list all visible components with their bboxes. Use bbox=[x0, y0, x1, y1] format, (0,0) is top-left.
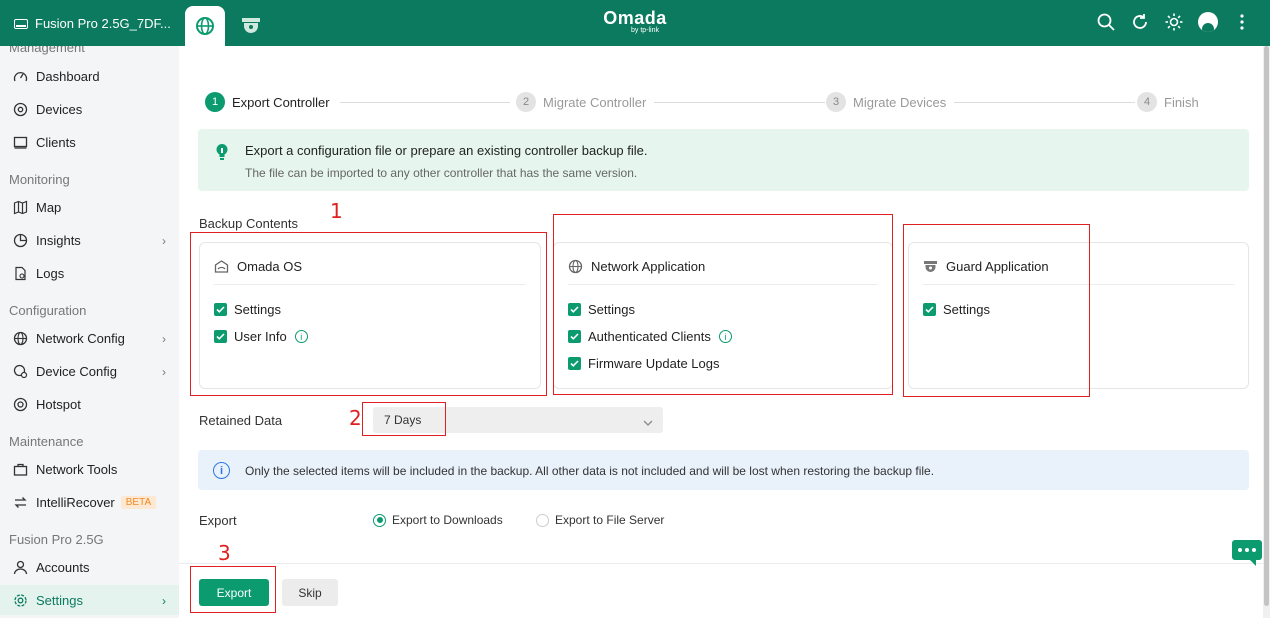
tip-description: The file can be imported to any other co… bbox=[245, 166, 638, 180]
device-icon bbox=[13, 102, 28, 117]
beta-badge: BETA bbox=[120, 495, 157, 509]
annotation-number-3: 3 bbox=[218, 541, 231, 565]
toolbox-icon bbox=[13, 462, 28, 477]
lightbulb-icon bbox=[215, 143, 229, 164]
more-icon[interactable] bbox=[1232, 12, 1252, 32]
chevron-right-icon: › bbox=[162, 594, 166, 608]
map-icon bbox=[13, 200, 28, 215]
top-bar: Fusion Pro 2.5G_7DF... Omada by tp-link bbox=[0, 0, 1270, 46]
scrollbar[interactable] bbox=[1263, 46, 1270, 618]
sidebar-item-device-config[interactable]: Device Config › bbox=[0, 356, 179, 386]
sidebar-item-network-config[interactable]: Network Config › bbox=[0, 323, 179, 353]
logs-icon bbox=[13, 266, 28, 281]
sidebar-item-network-tools[interactable]: Network Tools bbox=[0, 454, 179, 484]
chevron-right-icon: › bbox=[162, 332, 166, 346]
section-monitoring: Monitoring bbox=[9, 172, 70, 187]
annotation-box-1 bbox=[190, 232, 547, 396]
annotation-box-2 bbox=[362, 402, 446, 436]
tip-banner: Export a configuration file or prepare a… bbox=[198, 129, 1249, 191]
annotation-box-guard bbox=[903, 224, 1090, 397]
chat-support-button[interactable] bbox=[1232, 540, 1262, 566]
radio-export-to-downloads[interactable]: Export to Downloads bbox=[373, 513, 503, 527]
backup-contents-label: Backup Contents bbox=[199, 216, 299, 231]
section-maintenance: Maintenance bbox=[9, 434, 84, 449]
sidebar-item-devices[interactable]: Devices bbox=[0, 94, 179, 124]
sidebar-item-map[interactable]: Map bbox=[0, 192, 179, 222]
section-configuration: Configuration bbox=[9, 303, 87, 318]
sidebar-item-settings[interactable]: Settings › bbox=[0, 585, 179, 615]
migration-steps: 1 Export Controller 2 Migrate Controller 3… bbox=[205, 92, 1245, 114]
swap-icon bbox=[13, 495, 28, 510]
sidebar-item-dashboard[interactable]: Dashboard bbox=[0, 61, 179, 91]
refresh-icon[interactable] bbox=[1130, 12, 1150, 32]
sidebar-item-intellirecover[interactable]: IntelliRecover BETA bbox=[0, 487, 179, 517]
info-icon: i bbox=[213, 462, 230, 479]
sidebar-item-hotspot[interactable]: Hotspot bbox=[0, 389, 179, 419]
gauge-icon bbox=[13, 69, 28, 84]
backup-notice: i Only the selected items will be includ… bbox=[198, 450, 1249, 490]
section-management: Management bbox=[9, 46, 85, 55]
clients-icon bbox=[13, 135, 28, 150]
export-label: Export bbox=[199, 513, 237, 528]
annotation-number-2: 2 bbox=[349, 406, 362, 430]
camera-icon bbox=[242, 18, 260, 33]
sidebar-item-accounts[interactable]: Accounts bbox=[0, 552, 179, 582]
user-icon bbox=[13, 560, 28, 575]
sidebar-item-insights[interactable]: Insights › bbox=[0, 225, 179, 255]
hotspot-icon bbox=[13, 397, 28, 412]
chevron-down-icon bbox=[643, 414, 653, 429]
annotation-number-1: 1 bbox=[330, 199, 343, 223]
pie-chart-icon bbox=[13, 233, 28, 248]
step-export-controller: 1 Export Controller bbox=[205, 92, 338, 112]
theme-icon[interactable] bbox=[1164, 12, 1184, 32]
annotation-box-network bbox=[553, 214, 893, 395]
chevron-right-icon: › bbox=[162, 234, 166, 248]
globe-icon bbox=[13, 331, 28, 346]
globe-icon bbox=[196, 17, 214, 35]
section-device: Fusion Pro 2.5G bbox=[9, 532, 104, 547]
chevron-right-icon: › bbox=[162, 365, 166, 379]
step-migrate-devices: 3 Migrate Devices bbox=[826, 92, 955, 112]
site-selector[interactable]: Fusion Pro 2.5G_7DF... bbox=[14, 16, 171, 31]
step-migrate-controller: 2 Migrate Controller bbox=[516, 92, 655, 112]
network-app-tab[interactable] bbox=[185, 6, 225, 46]
gateway-icon bbox=[14, 18, 28, 29]
annotation-box-3 bbox=[190, 566, 276, 613]
tip-title: Export a configuration file or prepare a… bbox=[245, 143, 648, 158]
omada-logo: Omada by tp-link bbox=[603, 8, 667, 34]
avatar[interactable] bbox=[1198, 12, 1218, 32]
radio-export-to-file-server[interactable]: Export to File Server bbox=[536, 513, 664, 527]
site-name: Fusion Pro 2.5G_7DF... bbox=[35, 16, 171, 31]
sidebar: Management Dashboard Devices Clients Mon… bbox=[0, 46, 179, 618]
sidebar-item-logs[interactable]: Logs bbox=[0, 258, 179, 288]
device-config-icon bbox=[13, 364, 28, 379]
sidebar-item-clients[interactable]: Clients bbox=[0, 127, 179, 157]
skip-button[interactable]: Skip bbox=[282, 579, 338, 606]
guard-app-tab[interactable] bbox=[240, 14, 262, 36]
retained-data-label: Retained Data bbox=[199, 413, 283, 428]
chat-icon bbox=[1232, 540, 1262, 566]
gear-icon bbox=[13, 593, 28, 608]
step-finish: 4 Finish bbox=[1137, 92, 1207, 112]
search-icon[interactable] bbox=[1096, 12, 1116, 32]
